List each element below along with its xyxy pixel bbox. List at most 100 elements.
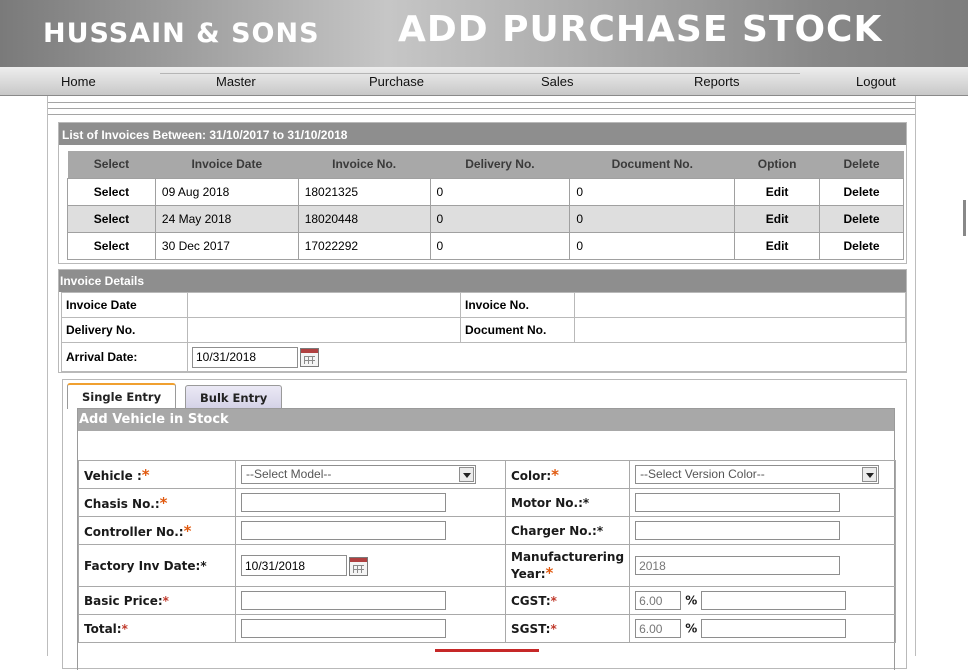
required-marker: * [545,563,554,582]
vehicle-select[interactable]: --Select Model-- [241,465,476,484]
select-link[interactable]: Select [67,231,156,260]
col-select: Select [67,151,156,178]
edit-link[interactable]: Edit [734,177,821,206]
select-link[interactable]: Select [67,204,156,233]
required-marker: * [551,465,559,484]
document-no-cell: 0 [569,231,736,260]
mfg-year-input-cell [629,544,896,587]
edit-link[interactable]: Edit [734,204,821,233]
chasis-label: Chasis No.: [84,496,160,511]
sgst-input-cell: % [629,614,896,643]
motor-input[interactable] [635,493,841,512]
mfg-year-input[interactable] [635,556,841,575]
invoice-details-panel: Invoice Details Invoice Date Invoice No.… [58,269,907,373]
invoice-date-cell: 09 Aug 2018 [154,177,299,206]
single-entry-form: Add Vehicle in Stock Vehicle :* --Select… [77,408,896,670]
basic-price-input[interactable] [241,591,446,610]
invoice-date-value [187,292,461,318]
required-marker: * [550,621,557,636]
nav-home[interactable]: Home [61,74,96,89]
basic-price-input-cell [235,586,506,615]
delete-link[interactable]: Delete [819,231,904,260]
charger-input[interactable] [635,521,841,540]
nav-purchase[interactable]: Purchase [369,74,424,89]
total-input-cell [235,614,506,643]
chevron-down-icon [862,467,878,482]
add-vehicle-title: Add Vehicle in Stock [78,409,894,431]
charger-label: Charger No.:* [504,516,631,545]
invoice-list-title: List of Invoices Between: 31/10/2017 to … [59,123,906,145]
edit-link[interactable]: Edit [734,231,821,260]
required-marker: * [162,593,169,608]
controller-input[interactable] [241,521,446,540]
color-label: Color: [511,468,552,483]
invoice-details-table: Invoice Date Invoice No. Delivery No. Do… [61,292,906,372]
vehicle-select-value: --Select Model-- [246,467,332,481]
invoice-details-title: Invoice Details [59,270,906,292]
required-marker: * [183,521,192,540]
divider [48,102,915,103]
col-invoice-no: Invoice No. [298,151,431,178]
col-document-no: Document No. [569,151,735,178]
nav-sales[interactable]: Sales [541,74,574,89]
basic-price-label: Basic Price: [84,593,163,608]
total-input[interactable] [241,619,446,638]
col-delivery-no: Delivery No. [430,151,570,178]
color-select[interactable]: --Select Version Color-- [635,465,880,484]
chasis-input[interactable] [241,493,446,512]
required-marker: * [141,465,150,484]
document-no-label: Document No. [460,317,575,343]
divider [48,114,915,115]
cgst-rate-input[interactable] [635,591,682,610]
basic-price-label-cell: Basic Price:* [78,586,236,615]
required-marker: * [550,593,557,608]
nav-reports[interactable]: Reports [694,74,740,89]
table-header-row: Select Invoice Date Invoice No. Delivery… [67,151,904,178]
nav-master[interactable]: Master [216,74,256,89]
select-link[interactable]: Select [67,177,156,206]
tab-bulk-entry[interactable]: Bulk Entry [185,385,283,409]
cgst-label-cell: CGST:* [504,586,631,615]
factory-date-cell [235,544,506,587]
scrollbar-thumb[interactable] [963,200,966,236]
percent-label: % [685,593,698,608]
factory-date-input[interactable] [241,555,347,576]
vehicle-select-cell: --Select Model-- [235,460,506,489]
motor-input-cell [629,488,896,517]
app-header: HUSSAIN & SONS ADD PURCHASE STOCK [0,0,968,67]
chevron-down-icon [459,467,474,482]
factory-date-label: Factory Inv Date:* [78,544,236,587]
controller-input-cell [235,516,506,545]
chasis-input-cell [235,488,506,517]
invoice-date-cell: 24 May 2018 [154,204,299,233]
calendar-icon[interactable] [349,556,368,576]
required-marker: * [159,493,168,512]
delivery-no-label: Delivery No. [61,317,188,343]
table-row: Select 30 Dec 2017 17022292 0 0 Edit Del… [67,231,904,260]
delete-link[interactable]: Delete [819,204,904,233]
charger-input-cell [629,516,896,545]
arrival-date-input[interactable] [192,346,298,368]
col-delete: Delete [819,151,904,178]
mfg-year-label-cell: Manufacturering Year:* [504,544,631,587]
sgst-amount-input[interactable] [701,619,847,638]
nav-logout[interactable]: Logout [856,74,896,89]
entry-tabs-panel: Single Entry Bulk Entry Add Vehicle in S… [62,379,907,670]
delivery-no-cell: 0 [429,204,571,233]
table-row: Select 24 May 2018 18020448 0 0 Edit Del… [67,204,904,233]
sgst-label: SGST: [511,621,551,636]
delete-link[interactable]: Delete [819,177,904,206]
cgst-amount-input[interactable] [701,591,847,610]
company-name: HUSSAIN & SONS [43,18,320,49]
color-select-cell: --Select Version Color-- [629,460,896,489]
page-title: ADD PURCHASE STOCK [398,9,883,50]
tab-single-entry[interactable]: Single Entry [67,383,177,409]
sgst-rate-input[interactable] [635,619,682,638]
document-no-cell: 0 [569,204,736,233]
cgst-input-cell: % [629,586,896,615]
mfg-year-label: Manufacturering Year: [511,549,625,581]
controller-label: Controller No.: [84,524,184,539]
sgst-label-cell: SGST:* [504,614,631,643]
total-label-cell: Total:* [78,614,236,643]
calendar-icon[interactable] [300,348,319,368]
